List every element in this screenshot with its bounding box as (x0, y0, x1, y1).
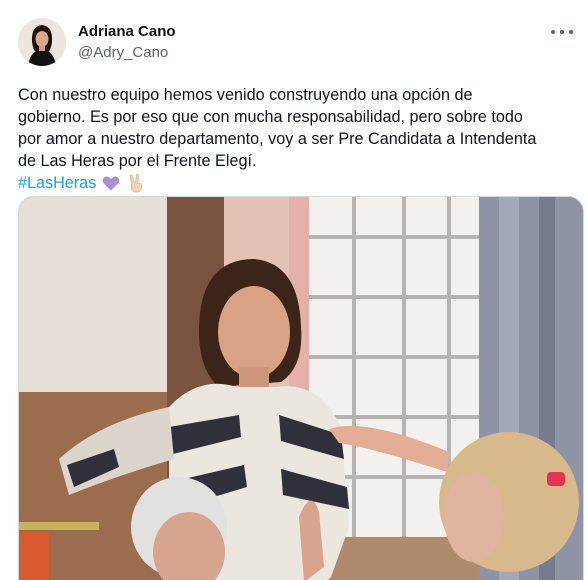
tweet-text: Con nuestro equipo hemos venido construy… (18, 84, 578, 194)
more-options-button[interactable] (551, 22, 573, 42)
tweet-text-line: gobierno. Es por eso que con mucha respo… (18, 108, 523, 126)
tweet-text-line: de Las Heras por el Frente Elegí. (18, 152, 257, 170)
more-dot-icon (560, 30, 564, 34)
photo-image (19, 197, 583, 580)
avatar[interactable] (18, 18, 66, 66)
hashtag-link[interactable]: #LasHeras (18, 172, 96, 194)
tweet-text-line: por amor a nuestro departamento, voy a s… (18, 130, 537, 148)
more-dot-icon (551, 30, 555, 34)
victory-hand-icon (129, 174, 143, 193)
tweet-text-line: Con nuestro equipo hemos venido construy… (18, 86, 473, 104)
avatar-image (18, 18, 66, 66)
author-handle[interactable]: @Adry_Cano (78, 44, 168, 61)
author-name[interactable]: Adriana Cano (78, 23, 176, 40)
tweet-photo[interactable] (18, 196, 584, 580)
purple-heart-icon (102, 176, 120, 191)
tweet: Adriana Cano @Adry_Cano Con nuestro equi… (0, 0, 587, 580)
more-dot-icon (569, 30, 573, 34)
